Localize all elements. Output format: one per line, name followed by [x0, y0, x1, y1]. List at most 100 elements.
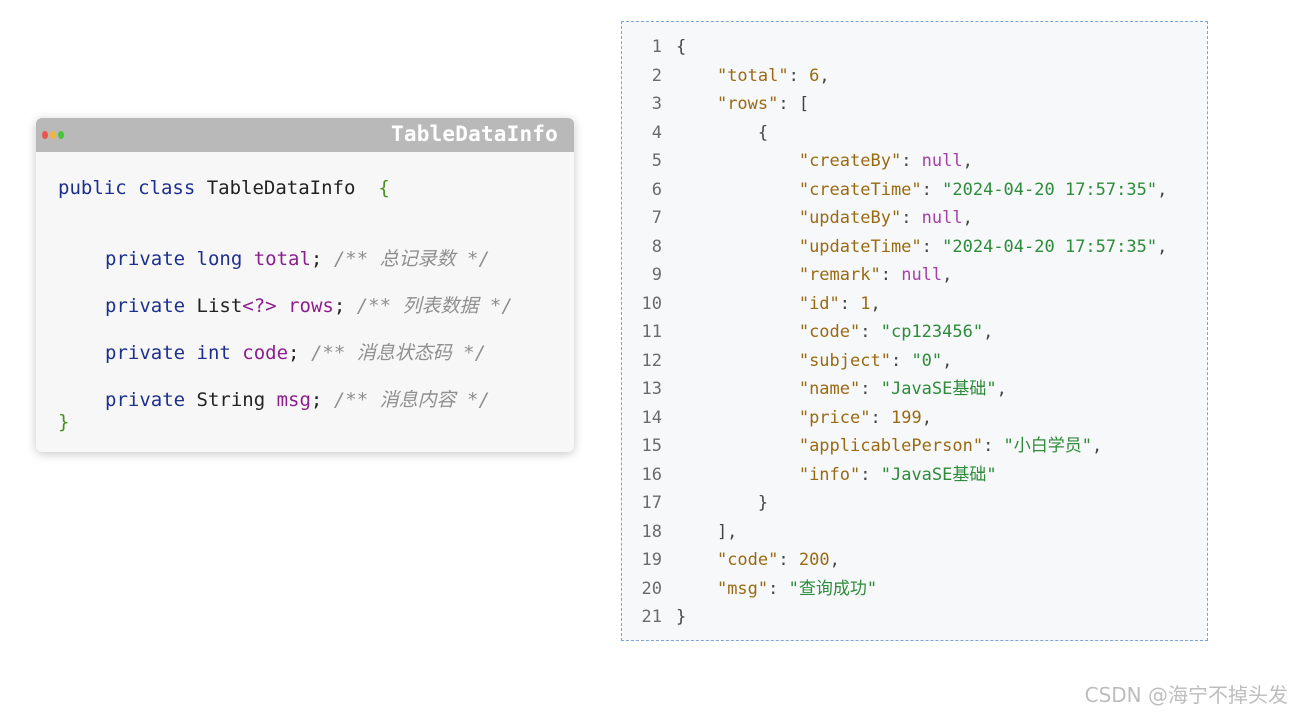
- line-number: 16: [641, 464, 662, 485]
- json-null: null: [921, 208, 963, 228]
- json-punct: ,: [942, 265, 953, 285]
- json-punct: :: [890, 350, 912, 371]
- field-name: code: [242, 342, 289, 364]
- line-number: 4: [651, 122, 662, 143]
- json-string: "小白学员": [1003, 436, 1093, 456]
- json-punct: :: [921, 179, 943, 200]
- json-punct: ,: [829, 550, 840, 570]
- json-punct: [676, 66, 717, 86]
- json-punct: ,: [870, 293, 881, 314]
- json-number: 199: [890, 407, 922, 428]
- line-number: 9: [651, 265, 662, 285]
- field-name: total: [253, 248, 311, 270]
- json-punct: }: [676, 493, 769, 513]
- json-punct: [676, 550, 717, 570]
- json-null: null: [921, 151, 963, 171]
- json-key: "name": [798, 379, 861, 399]
- card-title: TableDataInfo: [391, 122, 558, 146]
- line-number: 7: [651, 208, 662, 228]
- json-key: "subject": [798, 350, 891, 371]
- json-code-line: 1{: [622, 33, 687, 61]
- line-number: 19: [641, 550, 662, 570]
- field-type: long: [196, 248, 254, 270]
- json-punct: [676, 237, 799, 257]
- line-number: 1: [651, 37, 662, 57]
- json-punct: [676, 408, 799, 428]
- json-punct: [676, 379, 799, 399]
- json-code-line: 9 "remark": null,: [622, 261, 953, 289]
- json-string: "cp123456": [880, 322, 984, 342]
- json-punct: :: [768, 578, 789, 599]
- json-punct: :: [860, 464, 881, 485]
- json-key: "remark": [798, 265, 881, 285]
- json-punct: :: [839, 293, 861, 314]
- json-punct: :: [870, 407, 891, 428]
- json-punct: [676, 208, 799, 228]
- card-header: TableDataInfo: [36, 118, 574, 152]
- field-type: String: [196, 389, 277, 411]
- field-punct: ;: [333, 295, 357, 317]
- json-string: "2024-04-20 17:57:35": [942, 179, 1158, 200]
- field-type: int: [196, 342, 243, 364]
- json-code-line: 19 "code": 200,: [622, 546, 840, 574]
- field-modifier: private: [105, 295, 197, 317]
- field-type: List: [196, 295, 243, 317]
- json-punct: ,: [962, 208, 973, 228]
- json-key: "total": [716, 65, 789, 86]
- json-punct: ,: [1157, 236, 1168, 257]
- json-punct: [676, 180, 799, 200]
- json-code-line: 16 "info": "JavaSE基础": [622, 461, 997, 489]
- field-modifier: private: [105, 389, 197, 411]
- line-number: 17: [641, 493, 662, 513]
- field-name: rows: [288, 295, 334, 317]
- json-punct: [676, 436, 799, 456]
- json-code-line: 8 "updateTime": "2024-04-20 17:57:35",: [622, 233, 1168, 261]
- json-punct: [676, 151, 799, 171]
- field-punct: ;: [310, 389, 334, 411]
- json-punct: [676, 94, 717, 114]
- field-punct: ;: [288, 342, 311, 364]
- field-modifier: private: [105, 248, 197, 270]
- class-code-card: TableDataInfo public class TableDataInfo…: [36, 118, 574, 452]
- window-dots: [42, 131, 64, 139]
- line-number: 8: [651, 236, 662, 257]
- json-number: 6: [809, 65, 820, 86]
- json-response-panel: 1{2 "total": 6, 3 "rows": [4 {5 "createBy…: [621, 21, 1208, 641]
- json-punct: ,: [983, 322, 994, 342]
- json-key: "code": [716, 550, 779, 570]
- json-key: "applicablePerson": [798, 436, 984, 456]
- field-line-rows: private List<?> rows; /** 列表数据 */: [105, 294, 513, 318]
- json-string: "JavaSE基础": [880, 464, 997, 485]
- minimize-dot-icon: [50, 131, 56, 139]
- json-punct: :: [880, 265, 902, 285]
- json-punct: {: [676, 37, 687, 57]
- json-punct: [676, 351, 799, 371]
- json-punct: [676, 265, 799, 285]
- json-punct: :: [778, 550, 799, 570]
- json-punct: :: [901, 208, 922, 228]
- watermark: CSDN @海宁不掉头发: [1084, 683, 1288, 707]
- line-number: 5: [651, 151, 662, 171]
- field-comment: /** 消息状态码 */: [310, 342, 487, 364]
- field-comment: /** 消息内容 */: [333, 389, 490, 411]
- json-code-line: 7 "updateBy": null,: [622, 204, 973, 232]
- json-punct: :: [921, 236, 943, 257]
- json-code-line: 4 {: [622, 119, 768, 147]
- field-generic: <?>: [242, 295, 277, 317]
- line-number: 10: [641, 293, 662, 314]
- json-punct: ,: [1092, 436, 1103, 456]
- json-code-line: 3 "rows": [: [622, 90, 809, 118]
- json-code-line: 10 "id": 1,: [622, 290, 881, 318]
- field-name: msg: [276, 389, 311, 411]
- class-name: TableDataInfo: [206, 177, 356, 199]
- json-number: 200: [798, 550, 830, 570]
- json-code-line: 15 "applicablePerson": "小白学员",: [622, 432, 1103, 460]
- field-space: [277, 295, 288, 317]
- line-number: 6: [651, 179, 662, 200]
- json-key: "price": [798, 407, 871, 428]
- page-root: TableDataInfo public class TableDataInfo…: [0, 0, 1294, 716]
- json-key: "msg": [716, 578, 769, 599]
- line-number: 2: [651, 65, 662, 86]
- json-null: null: [901, 265, 943, 285]
- field-modifier: private: [105, 342, 197, 364]
